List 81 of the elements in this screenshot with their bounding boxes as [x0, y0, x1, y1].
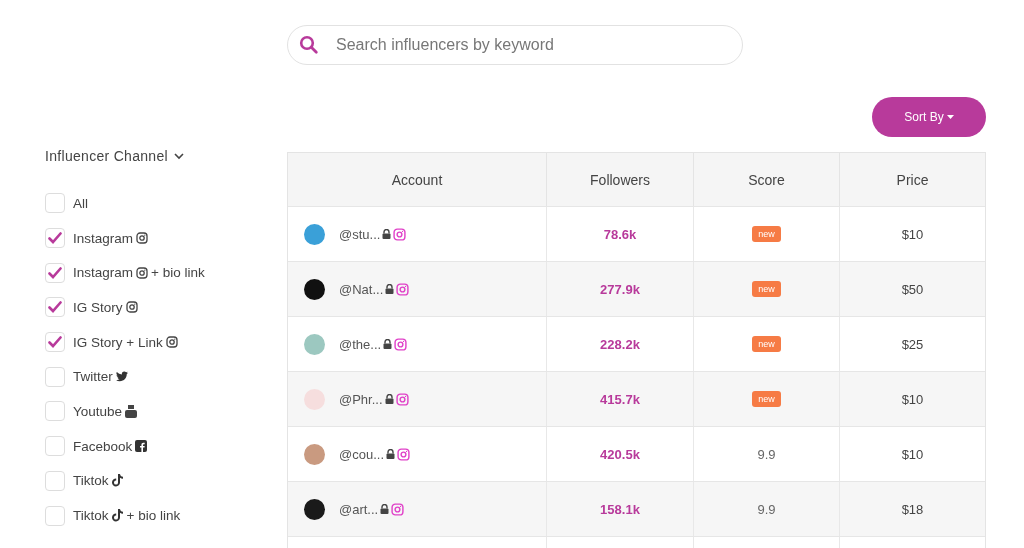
facebook-icon: [135, 440, 148, 453]
instagram-icon: [397, 447, 410, 461]
checkmark-icon: [48, 336, 62, 349]
account-handle[interactable]: @art...: [339, 501, 379, 517]
chevron-icon: [173, 152, 184, 160]
followers-count: 420.5k: [600, 446, 640, 462]
price-value: $10: [901, 391, 924, 407]
instagram-icon: [395, 392, 409, 406]
channel-label: IG Story + Link: [73, 334, 163, 350]
column-header[interactable]: Price: [840, 153, 985, 206]
instagram-icon: [396, 282, 410, 296]
checkbox[interactable]: [45, 262, 65, 283]
score-value: 9.9: [757, 501, 776, 517]
checkbox[interactable]: [45, 366, 65, 387]
account-handle[interactable]: @the...: [339, 336, 382, 352]
checkmark-icon: [48, 301, 62, 314]
checkbox[interactable]: [45, 193, 65, 214]
avatar: [304, 278, 325, 300]
account-handle[interactable]: @stu...: [339, 226, 381, 242]
checkbox[interactable]: [45, 505, 65, 526]
channel-label: Youtube: [73, 403, 123, 419]
checkbox[interactable]: [45, 470, 65, 491]
channel-label: Instagram: [73, 230, 134, 246]
youtube-icon: [125, 404, 138, 418]
checkbox[interactable]: [45, 228, 65, 249]
music-note-icon: [111, 509, 124, 523]
sort-button[interactable]: Sort By: [872, 97, 986, 137]
price-value: $25: [901, 336, 924, 352]
instagram-icon: [165, 336, 178, 349]
music-note-icon: [111, 474, 124, 488]
instagram-icon: [125, 301, 138, 314]
followers-count: 78.6k: [603, 226, 637, 242]
new-badge: new: [752, 281, 781, 297]
account-handle[interactable]: @Phr...: [339, 391, 383, 407]
checkmark-icon: [48, 232, 62, 245]
instagram-icon: [394, 337, 408, 351]
column-header[interactable]: Score: [694, 153, 840, 206]
instagram-icon: [393, 227, 407, 241]
channel-label: All: [73, 195, 88, 211]
instagram-icon: [391, 502, 405, 516]
bird-icon: [115, 371, 128, 383]
checkmark-icon: [48, 266, 62, 279]
channel-label: IG Story: [73, 299, 123, 315]
price-value: $18: [901, 501, 924, 517]
channel-suffix: + bio link: [151, 265, 205, 281]
price-value: $10: [901, 446, 924, 462]
column-header[interactable]: Followers: [547, 153, 694, 206]
channel-suffix: + bio link: [126, 508, 181, 524]
new-badge: new: [752, 391, 781, 407]
new-badge: new: [752, 336, 781, 352]
caret-icon: [946, 115, 954, 119]
followers-count: 415.7k: [600, 391, 640, 407]
channel-label: Facebook: [73, 438, 133, 454]
followers-count: 228.2k: [600, 336, 640, 352]
instagram-icon: [136, 266, 149, 279]
followers-count: 158.1k: [600, 501, 640, 517]
avatar: [304, 498, 325, 520]
account-handle[interactable]: @Nat...: [339, 281, 384, 297]
new-badge: new: [752, 226, 781, 242]
checkbox[interactable]: [45, 436, 65, 457]
checkbox[interactable]: [45, 332, 65, 353]
price-value: $50: [901, 281, 924, 297]
price-value: $10: [901, 226, 924, 242]
score-value: 9.9: [757, 446, 776, 462]
filter-heading[interactable]: Influencer Channel: [45, 148, 184, 164]
channel-label: Tiktok: [73, 473, 109, 489]
checkbox[interactable]: [45, 297, 65, 318]
search-field[interactable]: Search influencers by keyword: [287, 25, 743, 65]
followers-count: 277.9k: [600, 281, 640, 297]
instagram-icon: [136, 232, 149, 245]
column-header[interactable]: Account: [288, 153, 547, 206]
channel-label: Tiktok: [73, 508, 109, 524]
channel-label: Instagram: [73, 265, 134, 281]
channel-label: Twitter: [73, 369, 113, 385]
checkbox[interactable]: [45, 401, 65, 422]
avatar: [304, 333, 325, 355]
avatar: [304, 443, 325, 465]
account-handle[interactable]: @cou...: [339, 446, 384, 462]
avatar: [304, 223, 325, 245]
avatar: [304, 388, 325, 410]
search-icon: [299, 35, 319, 55]
